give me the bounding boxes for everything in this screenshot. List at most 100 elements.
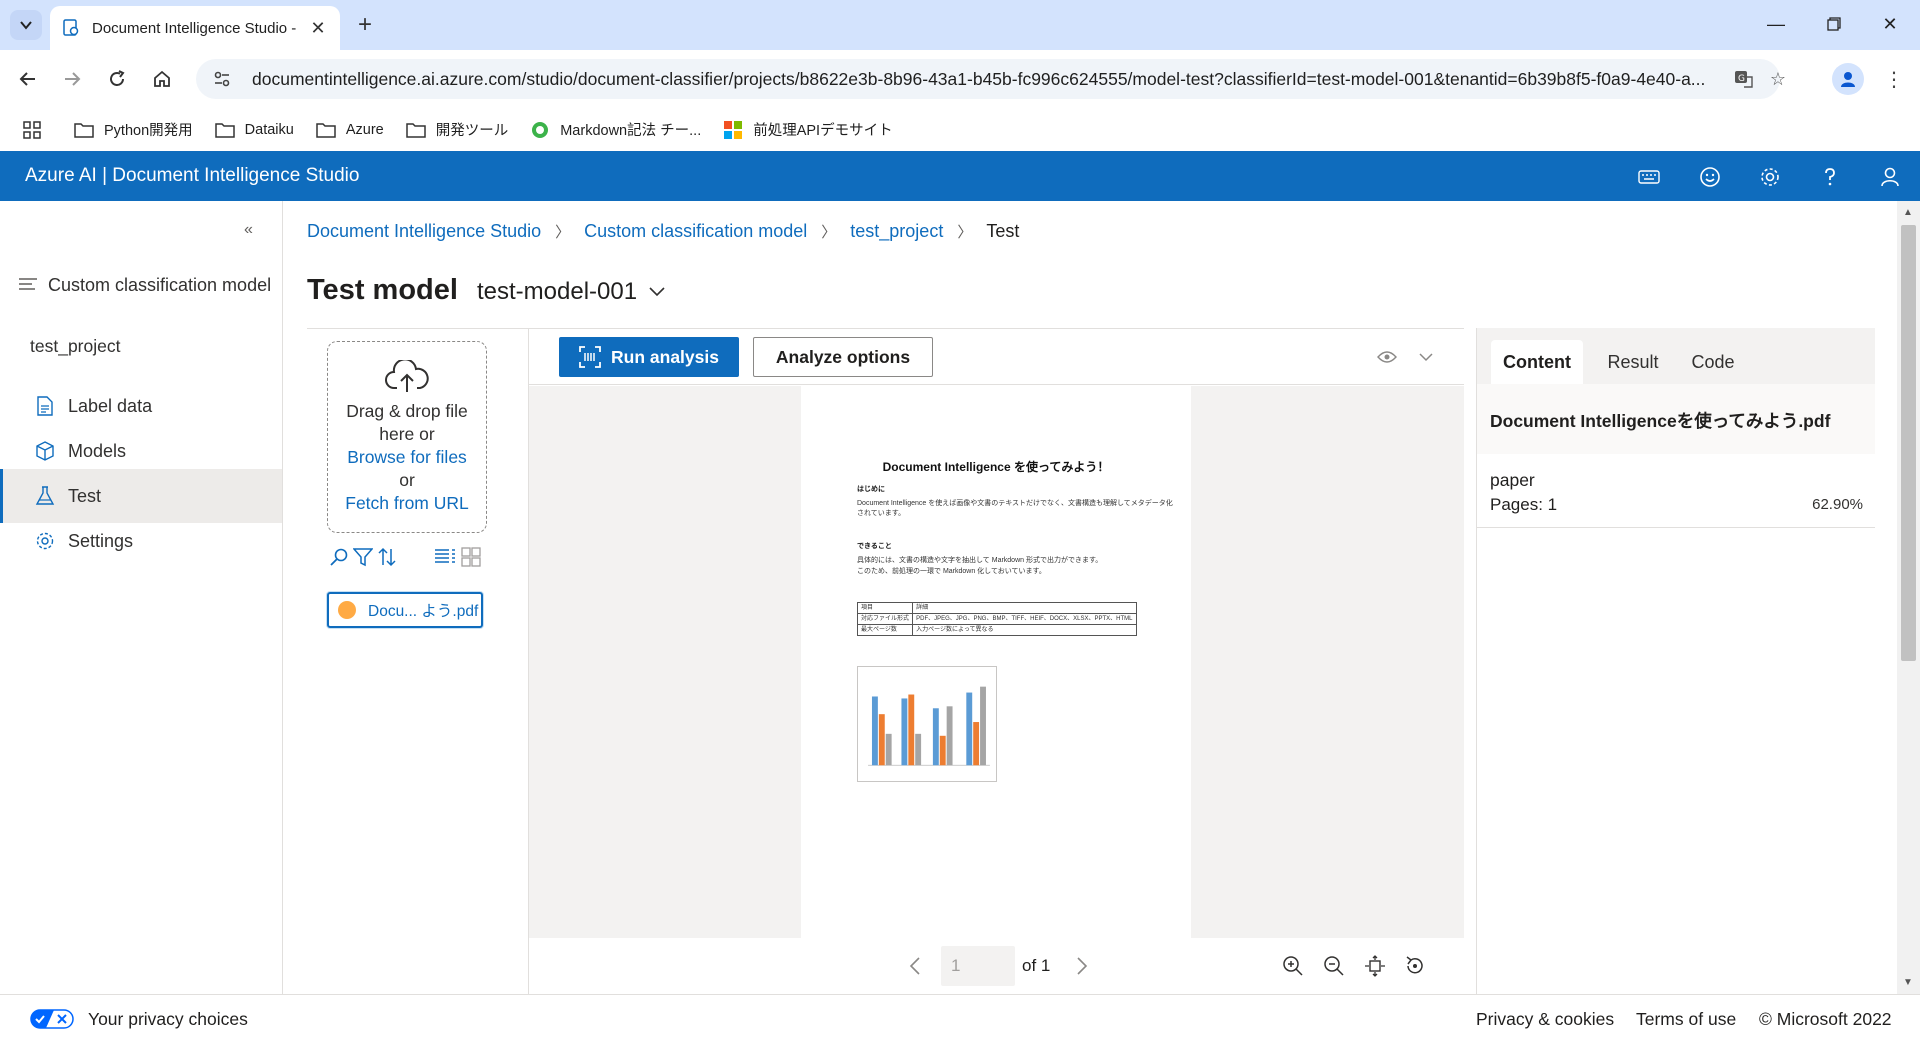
file-list-pane: Drag & drop file here or Browse for file… [307,328,529,994]
page-scrollbar[interactable]: ▲ ▼ [1897,201,1920,994]
dropzone-or: or [399,470,415,490]
model-dropdown[interactable]: test-model-001 [477,278,667,306]
fit-to-page-icon[interactable] [1363,954,1387,978]
classification-result-item[interactable]: paper Pages: 1 62.90% [1477,454,1875,528]
feedback-smile-icon[interactable] [1697,164,1723,190]
layer-visibility-toggle[interactable] [1377,345,1433,369]
profile-avatar-icon[interactable] [1832,63,1864,95]
collapse-nav-icon[interactable]: « [244,221,253,239]
bookmark-link[interactable]: 前処理APIデモサイト [723,119,893,140]
browser-menu-icon[interactable]: ⋮ [1880,63,1908,95]
nav-item-label: Label data [68,395,153,416]
browser-tab-strip: Document Intelligence Studio - ✕ + — ✕ [0,0,1920,50]
run-analysis-button[interactable]: Run analysis [559,337,739,377]
run-analysis-label: Run analysis [611,346,719,367]
search-icon[interactable] [327,545,351,569]
breadcrumb-studio[interactable]: Document Intelligence Studio [307,221,541,242]
bookmark-folder[interactable]: Azure [316,120,384,140]
browser-tab-active[interactable]: Document Intelligence Studio - ✕ [50,6,340,50]
list-view-icon[interactable] [433,545,457,569]
close-tab-icon[interactable]: ✕ [308,18,328,38]
chevron-left-icon[interactable] [905,956,925,976]
apps-grid-icon[interactable] [20,118,44,142]
file-item-selected[interactable]: Docu... よう.pdf [327,592,483,628]
bookmark-label: 開発ツール [435,123,509,139]
doc-paragraph: されています。 [857,510,906,517]
new-tab-button[interactable]: + [350,10,380,40]
scroll-up-icon[interactable]: ▲ [1903,207,1913,218]
back-icon[interactable] [12,63,44,95]
nav-project-name: test_project [30,336,121,356]
fetch-url-link[interactable]: Fetch from URL [345,492,469,515]
minimize-icon[interactable]: — [1756,8,1796,40]
home-icon[interactable] [146,63,178,95]
privacy-choices-icon[interactable] [30,1009,74,1029]
bookmark-folder[interactable]: Python開発用 [74,119,193,140]
copyright-text: © Microsoft 2022 [1759,1009,1892,1029]
bookmark-link[interactable]: Markdown記法 チー... [530,119,701,140]
nav-context-link[interactable]: Custom classification model [18,275,271,296]
breadcrumb-project[interactable]: test_project [850,221,943,242]
help-icon[interactable] [1817,164,1843,190]
app-title[interactable]: Azure AI | Document Intelligence Studio [25,165,359,187]
filter-icon[interactable] [351,545,375,569]
eye-icon [1377,351,1397,363]
doc-type-label: paper [1490,470,1535,490]
breadcrumb-classification-model[interactable]: Custom classification model [584,221,807,242]
analyze-options-button[interactable]: Analyze options [753,337,933,377]
account-icon[interactable] [1877,164,1903,190]
page-number-input[interactable] [941,946,1015,986]
microsoft-logo-icon [723,120,743,140]
left-nav: « Custom classification model test_proje… [0,201,283,994]
document-viewer: Run analysis Analyze options Document In… [529,328,1464,995]
grid-view-icon[interactable] [459,545,483,569]
url-text: documentintelligence.ai.azure.com/studio… [252,68,1706,89]
chevron-down-icon [1419,353,1433,362]
scrollbar-thumb[interactable] [1901,225,1916,661]
browse-files-link[interactable]: Browse for files [347,446,467,469]
address-bar[interactable]: documentintelligence.ai.azure.com/studio… [196,59,1786,99]
app-header: Azure AI | Document Intelligence Studio [0,151,1920,201]
doc-heading: はじめに [857,486,885,493]
privacy-choices-link[interactable]: Your privacy choices [88,1009,248,1030]
zoom-in-icon[interactable] [1281,954,1305,978]
table-cell: PDF、JPEG、JPG、PNG、BMP、TIFF、HEIF、DOCX、XLSX… [912,613,1137,625]
scan-icon [579,346,601,368]
privacy-cookies-link[interactable]: Privacy & cookies [1476,1009,1614,1030]
tab-search-button[interactable] [10,10,42,40]
tab-result[interactable]: Result [1593,340,1673,384]
close-window-icon[interactable]: ✕ [1870,8,1910,40]
tab-content[interactable]: Content [1491,340,1583,384]
bookmark-folder[interactable]: Dataiku [214,120,294,140]
confidence-value: 62.90% [1812,496,1863,513]
forward-icon[interactable] [56,63,88,95]
browser-toolbar: documentintelligence.ai.azure.com/studio… [0,50,1920,108]
file-dropzone[interactable]: Drag & drop file here or Browse for file… [327,341,487,533]
chevron-right-icon[interactable] [1072,956,1092,976]
rotate-icon[interactable] [1403,954,1427,978]
terms-of-use-link[interactable]: Terms of use [1636,1009,1736,1030]
breadcrumb-current: Test [986,221,1020,241]
sort-icon[interactable] [375,545,399,569]
page-navigator: of 1 [529,938,1464,995]
reload-icon[interactable] [101,63,133,95]
bookmark-folder[interactable]: 開発ツール [405,119,509,140]
site-settings-icon[interactable] [210,67,234,91]
file-status-dot [338,601,356,619]
scroll-down-icon[interactable]: ▼ [1903,977,1913,988]
bookmark-label: 前処理APIデモサイト [753,123,893,139]
tab-code[interactable]: Code [1677,340,1749,384]
nav-item-settings[interactable]: Settings [0,514,282,568]
settings-gear-icon[interactable] [1757,164,1783,190]
bookmark-star-icon[interactable]: ☆ [1766,67,1790,91]
table-row: 項目 詳細 [856,602,1137,614]
folder-icon [214,120,235,140]
document-icon [34,395,56,417]
document-canvas[interactable]: Document Intelligence を使ってみよう！ はじめに Docu… [529,386,1464,938]
translate-icon[interactable]: G [1732,67,1756,91]
keyboard-icon[interactable] [1636,164,1662,190]
file-item-name: Docu... よう.pdf [368,603,479,620]
restore-icon[interactable] [1814,8,1854,40]
doc-chart-image [857,666,997,782]
zoom-out-icon[interactable] [1322,954,1346,978]
